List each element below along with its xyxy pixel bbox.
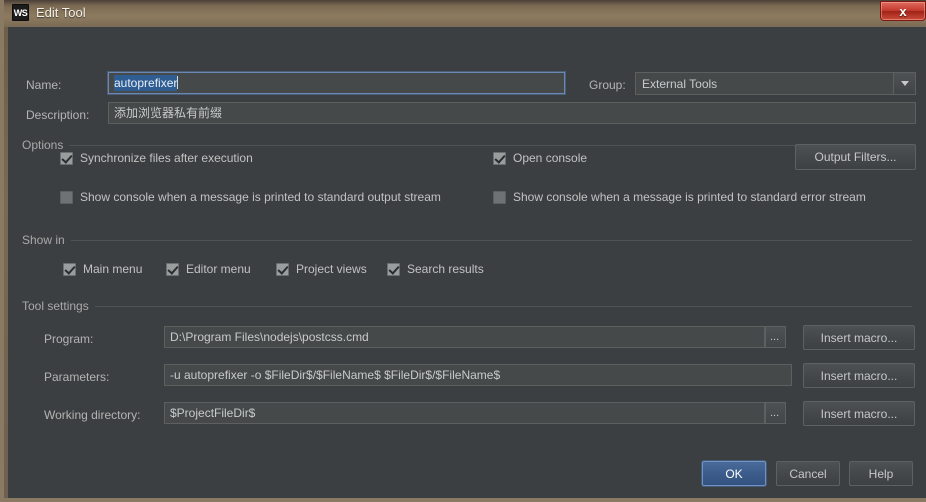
name-input[interactable]: autoprefixer [108, 72, 565, 94]
sync-files-checkbox-row[interactable]: Synchronize files after execution [60, 151, 253, 165]
group-combobox[interactable]: External Tools [635, 72, 916, 95]
window-title: Edit Tool [36, 5, 86, 20]
stdout-console-checkbox[interactable] [60, 190, 73, 204]
stdout-console-label: Show console when a message is printed t… [80, 190, 441, 204]
working-directory-insert-macro-button[interactable]: Insert macro... [803, 401, 915, 426]
parameters-input[interactable]: -u autoprefixer -o $FileDir$/$FileName$ … [164, 364, 792, 386]
working-directory-label: Working directory: [44, 408, 141, 422]
open-console-label: Open console [513, 151, 588, 165]
title-bar[interactable]: WS Edit Tool x [4, 0, 926, 27]
webstorm-app-icon: WS [12, 4, 29, 21]
show-in-editor-menu-checkbox[interactable] [166, 262, 179, 276]
group-combobox-arrow[interactable] [893, 73, 915, 94]
options-section-label: Options [22, 138, 64, 152]
name-input-value: autoprefixer [114, 75, 178, 91]
close-icon: x [899, 3, 907, 19]
working-directory-insert-macro-label: Insert macro... [820, 406, 898, 421]
group-label: Group: [589, 78, 626, 92]
show-in-main-menu-row[interactable]: Main menu [63, 262, 142, 276]
output-filters-button[interactable]: Output Filters... [795, 144, 916, 170]
stderr-console-checkbox[interactable] [493, 190, 506, 204]
program-browse-button[interactable]: ... [765, 326, 786, 348]
help-button[interactable]: Help [849, 461, 913, 486]
show-in-section-divider [70, 239, 912, 241]
show-in-search-results-row[interactable]: Search results [387, 262, 484, 276]
show-in-search-results-label: Search results [407, 262, 484, 276]
show-in-project-views-label: Project views [296, 262, 367, 276]
options-section-divider [69, 144, 912, 146]
working-directory-input[interactable]: $ProjectFileDir$ [164, 402, 765, 424]
stderr-console-checkbox-row[interactable]: Show console when a message is printed t… [493, 190, 866, 204]
sync-files-checkbox[interactable] [60, 151, 73, 165]
name-label: Name: [26, 78, 62, 92]
chevron-down-icon [900, 81, 909, 86]
dialog-body: Name: autoprefixer Group: External Tools… [8, 27, 926, 498]
sync-files-label: Synchronize files after execution [80, 151, 253, 165]
show-in-project-views-row[interactable]: Project views [276, 262, 367, 276]
ok-button[interactable]: OK [702, 461, 766, 486]
help-button-label: Help [868, 466, 894, 481]
title-bar-left-group: WS Edit Tool [12, 4, 86, 21]
program-insert-macro-label: Insert macro... [820, 330, 898, 345]
description-input[interactable]: 添加浏览器私有前缀 [108, 102, 916, 124]
tool-settings-section-divider [94, 305, 912, 307]
cancel-button[interactable]: Cancel [776, 461, 840, 486]
open-console-checkbox-row[interactable]: Open console [493, 151, 587, 165]
stdout-console-checkbox-row[interactable]: Show console when a message is printed t… [60, 190, 441, 204]
show-in-main-menu-checkbox[interactable] [63, 262, 76, 276]
working-directory-browse-button[interactable]: ... [765, 402, 786, 424]
show-in-project-views-checkbox[interactable] [276, 262, 289, 276]
show-in-editor-menu-row[interactable]: Editor menu [166, 262, 251, 276]
show-in-main-menu-label: Main menu [83, 262, 143, 276]
show-in-section-label: Show in [22, 233, 65, 247]
description-label: Description: [26, 108, 90, 122]
open-console-checkbox[interactable] [493, 151, 506, 165]
show-in-search-results-checkbox[interactable] [387, 262, 400, 276]
parameters-insert-macro-label: Insert macro... [820, 368, 898, 383]
output-filters-button-label: Output Filters... [814, 150, 897, 164]
group-combobox-value: External Tools [642, 76, 718, 91]
parameters-insert-macro-button[interactable]: Insert macro... [803, 363, 915, 388]
tool-settings-section-header: Tool settings [22, 299, 912, 313]
program-insert-macro-button[interactable]: Insert macro... [803, 325, 915, 350]
tool-settings-section-label: Tool settings [22, 299, 89, 313]
show-in-editor-menu-label: Editor menu [186, 262, 251, 276]
options-section-header: Options [22, 138, 912, 152]
text-caret [177, 76, 179, 89]
ok-button-label: OK [725, 466, 743, 481]
parameters-label: Parameters: [44, 370, 110, 384]
close-window-button[interactable]: x [880, 1, 926, 21]
show-in-section-header: Show in [22, 233, 912, 247]
edit-tool-dialog-window: WS Edit Tool x Name: autoprefixer Group:… [0, 0, 926, 502]
stderr-console-label: Show console when a message is printed t… [513, 190, 866, 204]
program-label: Program: [44, 332, 94, 346]
program-input[interactable]: D:\Program Files\nodejs\postcss.cmd [164, 326, 765, 348]
cancel-button-label: Cancel [789, 466, 827, 481]
